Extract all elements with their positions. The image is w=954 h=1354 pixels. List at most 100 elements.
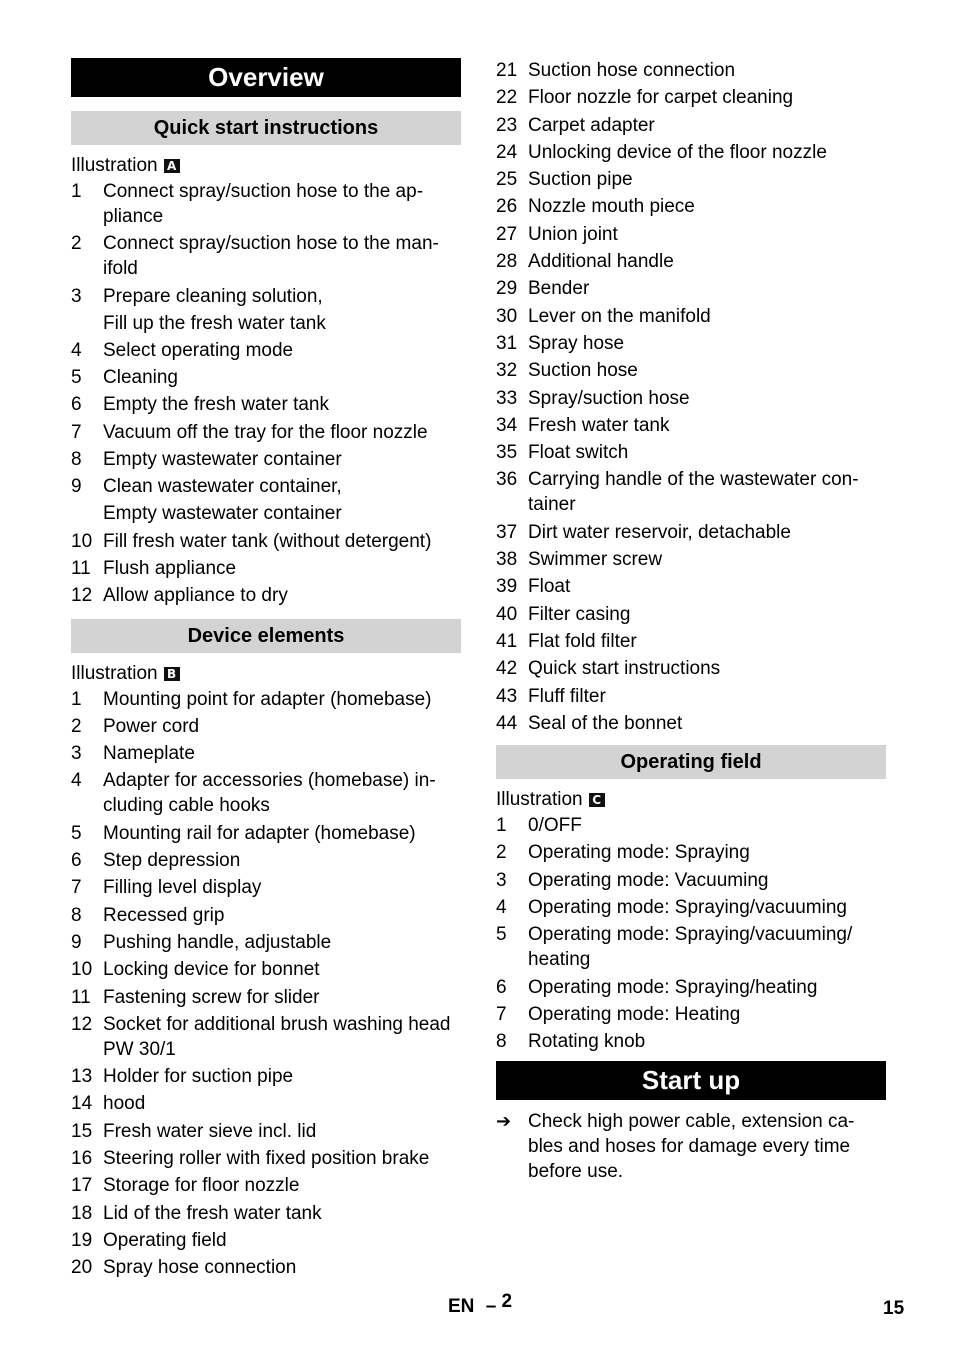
item-number: 3	[71, 743, 82, 765]
list-item: 9 Pushing handle, adjustable	[71, 930, 461, 955]
list-item: 16 Steering roller with fixed position br…	[71, 1146, 461, 1171]
item-text: Additional handle	[528, 251, 674, 273]
list-item: 15 Fresh water sieve incl. lid	[71, 1119, 461, 1144]
quick-start-heading: Quick start instructions	[71, 111, 461, 145]
list-item: 11 Fastening screw for slider	[71, 985, 461, 1010]
item-number: 4	[496, 897, 507, 919]
item-text-line: Prepare cleaning solution,	[103, 285, 323, 307]
list-item: 4 Operating mode: Spraying/vacuuming	[496, 895, 886, 920]
item-text: Operating mode: Spraying/vacuuming/ heat…	[528, 924, 853, 971]
item-number: 12	[71, 585, 93, 607]
footer-dash: –	[485, 1296, 497, 1317]
item-text: Quick start instructions	[528, 658, 721, 680]
illustration-label: Illustration	[71, 662, 158, 684]
start-up-title: Start up	[496, 1060, 886, 1100]
left-column: Overview Quick start instructions Illust…	[71, 58, 461, 1283]
list-item: 17 Storage for floor nozzle	[71, 1173, 461, 1198]
list-item: 40 Filter casing	[496, 602, 886, 627]
item-number: 6	[496, 976, 507, 998]
footer-language: EN	[448, 1296, 475, 1317]
item-text: Carpet adapter	[528, 114, 655, 136]
item-text: Spray/suction hose	[528, 387, 690, 409]
list-item: 7 Vacuum off the tray for the floor nozzl…	[71, 420, 461, 445]
list-item: 23 Carpet adapter	[496, 113, 886, 138]
item-text: Mounting rail for adapter (homebase)	[103, 822, 416, 844]
right-column: 21 Suction hose connection 22 Floor nozzle …	[496, 58, 886, 1184]
item-text: Float switch	[528, 442, 629, 464]
item-number: 2	[71, 715, 82, 737]
list-item: 6 Operating mode: Spraying/heating	[496, 975, 886, 1000]
item-text: Mounting point for adapter (homebase)	[103, 688, 432, 710]
item-text: Seal of the bonnet	[528, 712, 683, 734]
operating-field-heading: Operating field	[496, 745, 886, 780]
list-item: 3 Prepare cleaning solution, Fill up the f…	[71, 284, 461, 336]
list-item: 41 Flat fold filter	[496, 629, 886, 654]
item-text-line: Fill fresh water tank (without detergent…	[103, 530, 432, 552]
item-number: 31	[496, 332, 518, 354]
illustration-a-badge: A	[163, 159, 180, 173]
item-text: Recessed grip	[103, 904, 225, 926]
item-number: 37	[496, 521, 518, 543]
item-number: 15	[71, 1120, 93, 1142]
list-item: 25 Suction pipe	[496, 167, 886, 192]
illustration-c-badge: C	[588, 793, 605, 808]
item-text: Union joint	[528, 223, 618, 245]
item-text: Suction pipe	[528, 169, 633, 191]
page-number: 15	[883, 1298, 905, 1319]
overview-title: Overview	[71, 58, 461, 97]
item-number: 9	[71, 476, 82, 498]
item-text-line: Cleaning	[103, 367, 178, 389]
list-item: 8 Rotating knob	[496, 1029, 886, 1054]
item-number: 1	[71, 688, 82, 710]
list-item: 32 Suction hose	[496, 358, 886, 383]
item-text: Cleaning	[103, 365, 461, 390]
item-number: 21	[496, 60, 518, 81]
item-text: Lever on the manifold	[528, 305, 711, 327]
illustration-ref-c: Illustration C	[496, 787, 886, 813]
item-text: Adapter for accessories (homebase) in-cl…	[103, 770, 436, 817]
item-text: Float	[528, 576, 571, 598]
footer-language-section: EN – 2	[448, 1291, 512, 1318]
item-text: Bender	[528, 278, 590, 300]
item-number: 4	[71, 770, 82, 792]
list-item: 34 Fresh water tank	[496, 413, 886, 438]
item-number: 5	[71, 367, 82, 389]
item-text: Clean wastewater container, Empty wastewa…	[103, 474, 461, 526]
item-number: 20	[71, 1257, 93, 1279]
list-item: 8 Empty wastewater container	[71, 447, 461, 472]
item-text: Socket for additional brush washing head…	[103, 1013, 451, 1060]
item-text: Vacuum off the tray for the floor nozzle	[103, 420, 461, 445]
item-number: 2	[71, 233, 82, 255]
list-item: 4 Select operating mode	[71, 338, 461, 363]
list-item: 26 Nozzle mouth piece	[496, 194, 886, 219]
item-number: 43	[496, 685, 518, 707]
list-item: 43 Fluff filter	[496, 684, 886, 709]
item-text-line: Empty the fresh water tank	[103, 394, 329, 416]
item-number: 41	[496, 630, 518, 652]
item-number: 7	[496, 1003, 507, 1025]
device-elements-list-part1: 1 Mounting point for adapter (homebase) 2 P…	[71, 687, 461, 1281]
item-number: 38	[496, 549, 518, 571]
list-item: 5 Operating mode: Spraying/vacuuming/ hea…	[496, 922, 886, 972]
item-number: 16	[71, 1148, 93, 1170]
item-number: 10	[71, 959, 93, 981]
item-number: 35	[496, 442, 518, 464]
item-text: Lid of the fresh water tank	[103, 1202, 322, 1224]
list-item: 33 Spray/suction hose	[496, 386, 886, 411]
item-text: Unlocking device of the floor nozzle	[528, 141, 827, 163]
list-item: 5 Cleaning	[71, 365, 461, 390]
item-number: 32	[496, 360, 518, 382]
list-item: 37 Dirt water reservoir, detachable	[496, 520, 886, 545]
item-text: Locking device for bonnet	[103, 959, 320, 981]
list-item: 10 Locking device for bonnet	[71, 957, 461, 982]
list-item: 4 Adapter for accessories (homebase) in-c…	[71, 768, 461, 818]
list-item: 2 Power cord	[71, 714, 461, 739]
list-item: 2 Operating mode: Spraying	[496, 840, 886, 865]
item-text: 0/OFF	[528, 815, 582, 837]
item-number: 3	[71, 285, 82, 307]
item-number: 30	[496, 305, 518, 327]
start-up-text: Check high power cable, extension ca-ble…	[528, 1110, 855, 1182]
device-elements-heading: Device elements	[71, 618, 461, 653]
list-item: 29 Bender	[496, 276, 886, 301]
list-item: 1 0/OFF	[496, 813, 886, 838]
